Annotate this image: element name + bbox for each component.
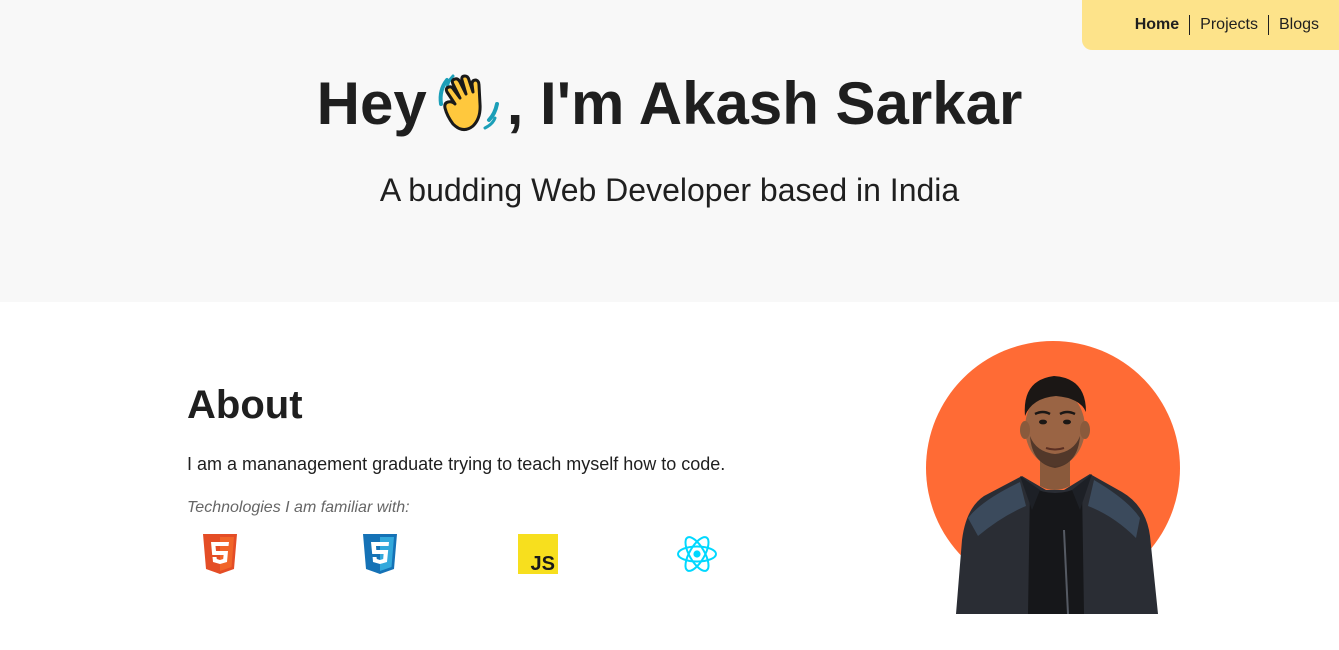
html5-icon bbox=[198, 532, 242, 576]
nav-projects-link[interactable]: Projects bbox=[1190, 15, 1268, 35]
nav-home-link[interactable]: Home bbox=[1125, 15, 1189, 35]
svg-text:JS: JS bbox=[531, 553, 555, 575]
top-nav: Home Projects Blogs bbox=[1082, 0, 1339, 50]
hero-greeting: Hey bbox=[316, 69, 427, 137]
about-description: I am a mananagement graduate trying to t… bbox=[187, 454, 726, 474]
react-icon bbox=[675, 532, 719, 576]
waving-hand-icon bbox=[433, 68, 503, 138]
hero-title: Hey , I'm Akash Sarkar bbox=[0, 66, 1339, 140]
page: Hey , I'm Akash Sarkar A budding Web Dev… bbox=[0, 0, 1339, 650]
css3-icon bbox=[358, 532, 402, 576]
hero-subtitle: A budding Web Developer based in India bbox=[379, 172, 960, 208]
tech-label: Technologies I am familiar with: bbox=[187, 499, 410, 516]
about-heading: About bbox=[187, 383, 303, 427]
javascript-icon: JS bbox=[516, 532, 560, 576]
profile-photo bbox=[922, 340, 1184, 614]
nav-blogs-link[interactable]: Blogs bbox=[1269, 15, 1329, 35]
hero-intro: , I'm Akash Sarkar bbox=[506, 69, 1023, 137]
